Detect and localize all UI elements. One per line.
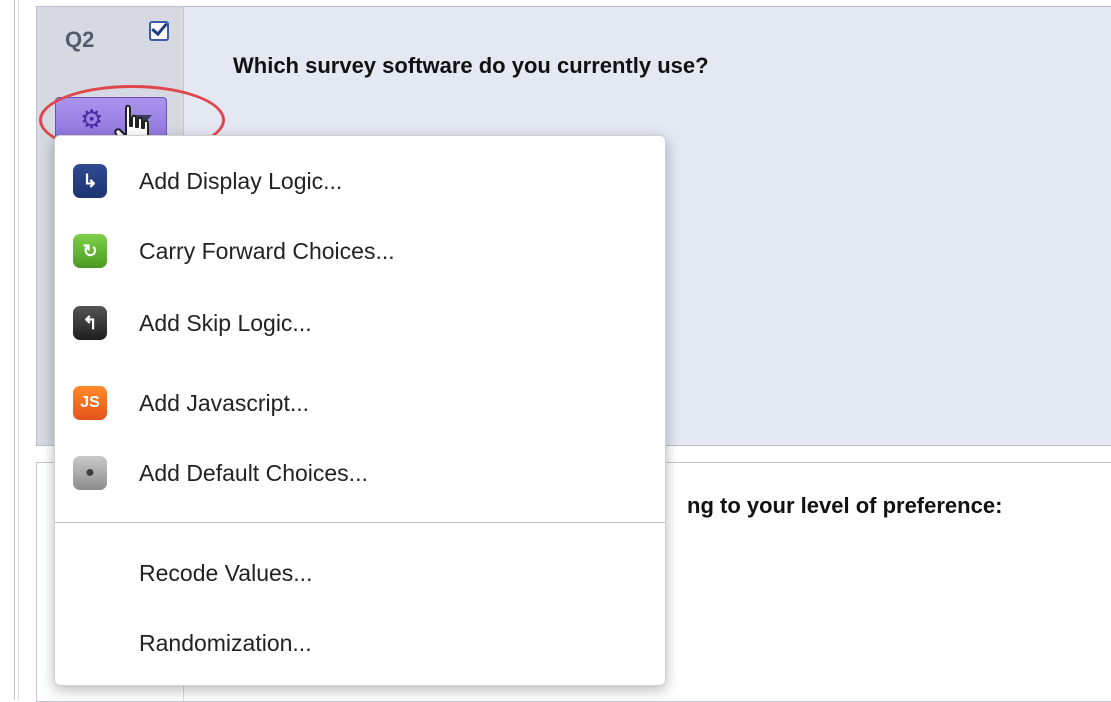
- menu-item-add-display-logic[interactable]: ↳ Add Display Logic...: [55, 150, 665, 220]
- menu-item-recode-values[interactable]: Recode Values...: [55, 542, 665, 612]
- question-options-menu: ↳ Add Display Logic... ↻ Carry Forward C…: [54, 135, 666, 686]
- question-number: Q2: [65, 27, 95, 52]
- javascript-icon: JS: [73, 386, 107, 420]
- carry-forward-icon: ↻: [73, 234, 107, 268]
- question-select-checkbox[interactable]: [149, 21, 169, 41]
- menu-item-randomization[interactable]: Randomization...: [55, 612, 665, 682]
- menu-item-add-javascript[interactable]: JS Add Javascript...: [55, 372, 665, 442]
- skip-logic-icon: ↰: [73, 306, 107, 340]
- menu-item-carry-forward[interactable]: ↻ Carry Forward Choices...: [55, 220, 665, 290]
- default-choices-icon: ●: [73, 456, 107, 490]
- left-border: [14, 0, 15, 700]
- menu-item-add-default-choices[interactable]: ● Add Default Choices...: [55, 442, 665, 512]
- question-text[interactable]: ng to your level of preference:: [687, 493, 1002, 519]
- display-logic-icon: ↳: [73, 164, 107, 198]
- menu-separator: [55, 522, 665, 523]
- menu-item-add-skip-logic[interactable]: ↰ Add Skip Logic...: [55, 292, 665, 362]
- question-text[interactable]: Which survey software do you currently u…: [233, 53, 709, 79]
- left-border-inner: [18, 0, 19, 700]
